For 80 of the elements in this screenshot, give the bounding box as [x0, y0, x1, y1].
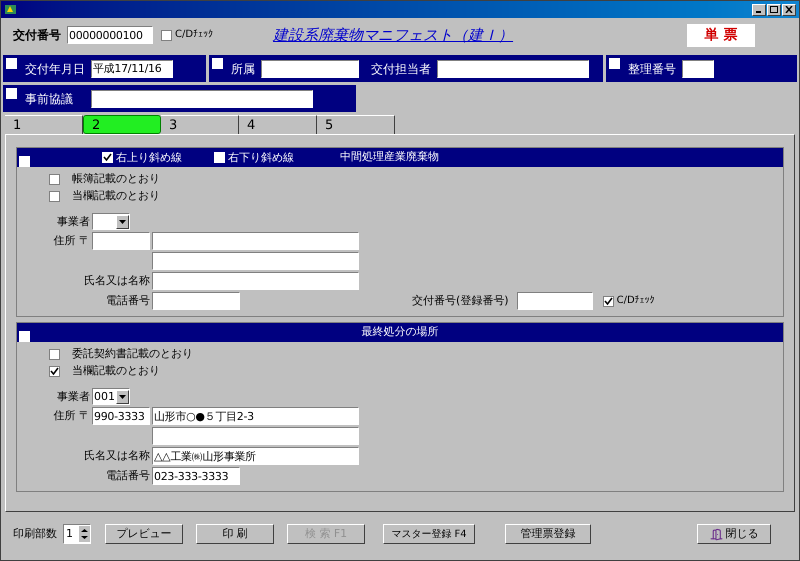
- close-icon: [785, 6, 793, 13]
- field-label: 住所 〒: [54, 409, 90, 423]
- door-icon: [710, 528, 722, 540]
- field-label: 氏名又は名称: [84, 274, 150, 288]
- checkbox[interactable]: [19, 331, 30, 342]
- copies-spinner[interactable]: 1: [63, 524, 91, 544]
- app-icon: [4, 3, 17, 16]
- checkbox[interactable]: [602, 296, 614, 306]
- field-label: 交付年月日: [25, 62, 85, 76]
- checkbox[interactable]: [212, 58, 223, 69]
- checkbox[interactable]: [161, 30, 172, 40]
- field-label: 住所 〒: [54, 234, 90, 248]
- maximize-icon: [770, 6, 778, 13]
- input-field[interactable]: [152, 232, 359, 250]
- input-field[interactable]: 990-3333: [92, 407, 150, 425]
- footer-button[interactable]: 管理票登録: [505, 524, 591, 544]
- field-label: 事前協議: [25, 92, 74, 106]
- tab[interactable]: 5: [317, 115, 395, 134]
- maximize-button[interactable]: [767, 4, 781, 16]
- field-label: 交付担当者: [371, 62, 431, 76]
- checkbox[interactable]: [49, 174, 60, 184]
- checkbox[interactable]: [6, 88, 17, 99]
- field-label: 帳簿記載のとおり: [72, 172, 160, 186]
- checkbox[interactable]: [609, 58, 620, 69]
- spinner-arrows-icon: [79, 526, 90, 542]
- checkbox[interactable]: [102, 152, 113, 163]
- checkbox[interactable]: [214, 152, 225, 163]
- close-button[interactable]: 閉じる: [697, 524, 771, 544]
- form-title: 建設系廃棄物マニフェスト（建Ｉ）: [272, 24, 514, 46]
- field-label: 電話番号: [106, 469, 150, 483]
- input-field[interactable]: [682, 60, 714, 78]
- tab[interactable]: 1: [5, 115, 83, 134]
- field-label: C/Dﾁｪｯｸ: [616, 294, 655, 308]
- input-field[interactable]: [152, 252, 359, 270]
- input-field[interactable]: [437, 60, 589, 78]
- input-field[interactable]: [92, 232, 150, 250]
- tab[interactable]: 2: [83, 115, 161, 134]
- field-label: 当欄記載のとおり: [72, 364, 160, 378]
- input-field[interactable]: 023-333-3333: [152, 467, 240, 485]
- section-title: 最終処分の場所: [362, 324, 438, 340]
- company-dropdown[interactable]: [92, 213, 130, 230]
- field-label: C/Dﾁｪｯｸ: [175, 28, 214, 42]
- footer-button[interactable]: マスター登録 F4: [383, 524, 475, 544]
- field-label: 交付番号(登録番号): [412, 294, 509, 308]
- checkbox[interactable]: [19, 156, 30, 167]
- checkbox[interactable]: [49, 348, 60, 360]
- input-field[interactable]: [152, 272, 359, 290]
- checkbox[interactable]: [49, 366, 60, 376]
- input-field[interactable]: △△工業㈱山形事業所: [152, 447, 359, 465]
- field-label: 電話番号: [106, 294, 150, 308]
- field-label: 整理番号: [628, 62, 676, 76]
- input-field[interactable]: [152, 292, 240, 310]
- company-dropdown[interactable]: 001: [92, 388, 130, 405]
- field-label: 交付番号: [13, 28, 61, 42]
- field-label: 右上り斜め線: [116, 150, 182, 164]
- input-field[interactable]: 山形市○●５丁目2-3: [152, 407, 359, 425]
- checkbox[interactable]: [6, 58, 17, 69]
- input-field[interactable]: [91, 90, 313, 108]
- field-label: 右下り斜め線: [228, 150, 294, 164]
- field-label: 当欄記載のとおり: [72, 189, 160, 203]
- checkbox[interactable]: [49, 190, 60, 202]
- tab[interactable]: 4: [239, 115, 317, 134]
- input-field[interactable]: 00000000100: [67, 26, 153, 44]
- tab[interactable]: 3: [161, 115, 239, 134]
- input-field[interactable]: [152, 427, 359, 445]
- field-label: 委託契約書記載のとおり: [72, 347, 193, 361]
- input-field[interactable]: [516, 292, 593, 310]
- section-title: 中間処理産業廃棄物: [340, 149, 439, 166]
- field-label: 所属: [231, 62, 255, 76]
- field-label: 事業者: [57, 214, 90, 228]
- input-field[interactable]: [261, 60, 359, 78]
- footer-button[interactable]: プレビュー: [105, 524, 183, 544]
- field-label: 氏名又は名称: [84, 449, 150, 463]
- input-field[interactable]: 平成17/11/16: [91, 60, 173, 78]
- close-button[interactable]: [782, 4, 796, 16]
- field-label: 事業者: [57, 390, 90, 404]
- field-label: 印刷部数: [13, 527, 57, 541]
- form-type-badge: 単 票: [687, 24, 755, 46]
- footer-button[interactable]: 印 刷: [196, 524, 274, 544]
- minimize-button[interactable]: [752, 4, 766, 16]
